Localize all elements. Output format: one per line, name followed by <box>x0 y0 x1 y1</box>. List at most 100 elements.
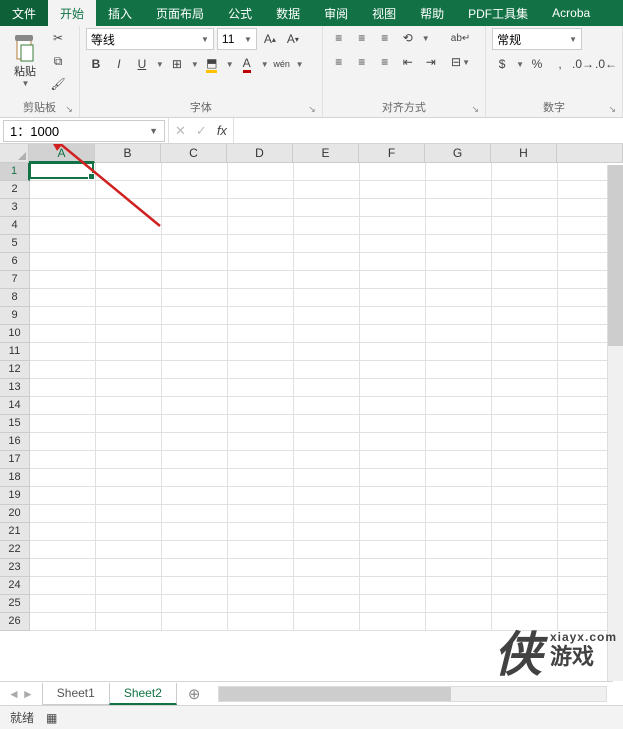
cell[interactable] <box>492 451 558 469</box>
cell[interactable] <box>162 253 228 271</box>
dialog-launcher-icon[interactable]: ↘ <box>65 104 73 115</box>
tab-data[interactable]: 数据 <box>264 0 312 26</box>
row-header[interactable]: 12 <box>0 361 30 379</box>
increase-font-button[interactable]: A▴ <box>260 29 280 49</box>
cell[interactable] <box>228 181 294 199</box>
tab-review[interactable]: 审阅 <box>312 0 360 26</box>
cell[interactable] <box>360 307 426 325</box>
row-header[interactable]: 3 <box>0 199 30 217</box>
cell[interactable] <box>30 181 96 199</box>
cell[interactable] <box>162 505 228 523</box>
border-button[interactable]: ⊞ <box>167 54 187 74</box>
cell[interactable] <box>30 361 96 379</box>
cell[interactable] <box>360 181 426 199</box>
cell[interactable] <box>162 181 228 199</box>
row-header[interactable]: 14 <box>0 397 30 415</box>
column-header[interactable]: E <box>293 144 359 163</box>
column-header[interactable]: D <box>227 144 293 163</box>
row-header[interactable]: 17 <box>0 451 30 469</box>
row-header[interactable]: 10 <box>0 325 30 343</box>
cell[interactable] <box>360 505 426 523</box>
fill-color-button[interactable]: ⬒ <box>202 54 222 74</box>
column-header[interactable]: B <box>95 144 161 163</box>
cell[interactable] <box>492 253 558 271</box>
cell[interactable] <box>492 325 558 343</box>
cell[interactable] <box>426 487 492 505</box>
cell[interactable] <box>162 415 228 433</box>
sheet-tab[interactable]: Sheet1 <box>42 683 110 705</box>
cell[interactable] <box>162 325 228 343</box>
cell[interactable] <box>492 469 558 487</box>
tab-formulas[interactable]: 公式 <box>216 0 264 26</box>
align-center-button[interactable]: ≡ <box>352 52 372 72</box>
cell[interactable] <box>228 487 294 505</box>
cell[interactable] <box>360 217 426 235</box>
cell[interactable] <box>360 253 426 271</box>
cell[interactable] <box>96 523 162 541</box>
cell[interactable] <box>426 541 492 559</box>
cell[interactable] <box>96 361 162 379</box>
cell[interactable] <box>426 253 492 271</box>
row-header[interactable]: 5 <box>0 235 30 253</box>
tab-insert[interactable]: 插入 <box>96 0 144 26</box>
cell[interactable] <box>426 181 492 199</box>
bold-button[interactable]: B <box>86 54 106 74</box>
vertical-scrollbar[interactable] <box>607 165 623 681</box>
cell[interactable] <box>294 505 360 523</box>
cell[interactable] <box>162 523 228 541</box>
row-header[interactable]: 18 <box>0 469 30 487</box>
cell[interactable] <box>360 433 426 451</box>
cell[interactable] <box>162 487 228 505</box>
cell[interactable] <box>228 541 294 559</box>
decrease-indent-button[interactable]: ⇤ <box>398 52 418 72</box>
cell[interactable] <box>228 289 294 307</box>
cell[interactable] <box>162 163 228 181</box>
cell[interactable] <box>228 325 294 343</box>
cell[interactable] <box>228 271 294 289</box>
cell[interactable] <box>30 523 96 541</box>
column-header[interactable]: G <box>425 144 491 163</box>
cell[interactable] <box>360 379 426 397</box>
cell[interactable] <box>162 613 228 631</box>
cell[interactable] <box>162 559 228 577</box>
tab-view[interactable]: 视图 <box>360 0 408 26</box>
cell[interactable] <box>96 541 162 559</box>
cell[interactable] <box>96 199 162 217</box>
cell[interactable] <box>96 325 162 343</box>
cell[interactable] <box>162 343 228 361</box>
row-header[interactable]: 1 <box>0 163 30 181</box>
decrease-decimal-button[interactable]: .0← <box>596 54 616 74</box>
cell[interactable] <box>492 235 558 253</box>
cell[interactable] <box>492 559 558 577</box>
cell[interactable] <box>96 289 162 307</box>
align-bottom-button[interactable]: ≡ <box>375 28 395 48</box>
cell[interactable] <box>426 397 492 415</box>
cell[interactable] <box>96 613 162 631</box>
row-header[interactable]: 11 <box>0 343 30 361</box>
cell[interactable] <box>96 469 162 487</box>
cell[interactable] <box>228 163 294 181</box>
column-header[interactable]: H <box>491 144 557 163</box>
cell[interactable] <box>426 379 492 397</box>
column-header[interactable]: F <box>359 144 425 163</box>
select-all-button[interactable] <box>0 144 29 163</box>
name-box[interactable]: 1：1000 ▼ <box>3 120 165 142</box>
cell[interactable] <box>294 613 360 631</box>
cell[interactable] <box>30 541 96 559</box>
tab-help[interactable]: 帮助 <box>408 0 456 26</box>
horizontal-scrollbar[interactable] <box>218 686 607 702</box>
cell[interactable] <box>162 217 228 235</box>
cell[interactable] <box>30 199 96 217</box>
cell[interactable] <box>30 163 96 181</box>
copy-button[interactable]: ⧉ <box>48 51 68 71</box>
row-header[interactable]: 13 <box>0 379 30 397</box>
cell[interactable] <box>162 379 228 397</box>
cell[interactable] <box>426 217 492 235</box>
cell[interactable] <box>96 235 162 253</box>
cell[interactable] <box>30 325 96 343</box>
cell[interactable] <box>426 343 492 361</box>
cell[interactable] <box>96 451 162 469</box>
cell[interactable] <box>492 577 558 595</box>
cell[interactable] <box>426 361 492 379</box>
orientation-button[interactable]: ⟲ <box>398 28 418 48</box>
